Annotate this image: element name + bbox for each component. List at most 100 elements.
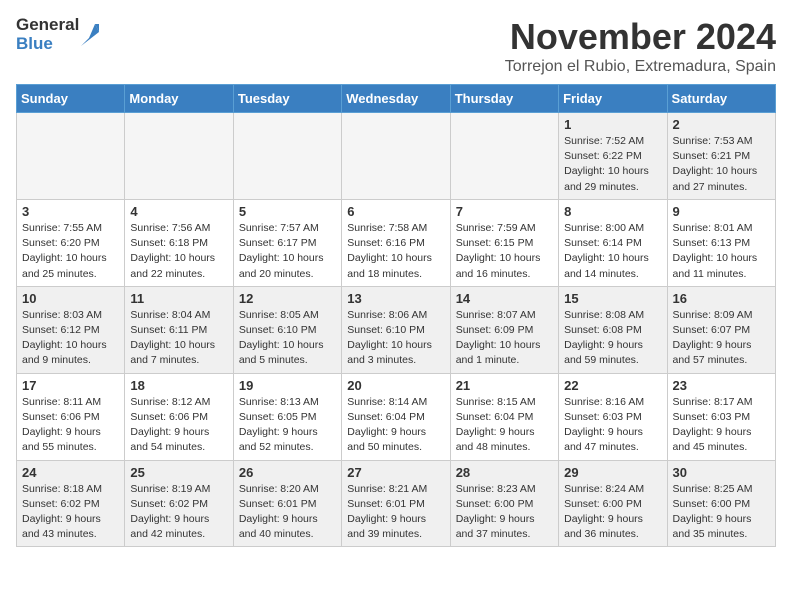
day-number: 11 [130,291,227,306]
week-row-5: 24 Sunrise: 8:18 AM Sunset: 6:02 PM Dayli… [17,460,776,547]
calendar-cell-w2-d6: 9Sunrise: 8:01 AM Sunset: 6:13 PM Daylig… [667,199,775,286]
calendar-cell-w5-d0: 24 Sunrise: 8:18 AM Sunset: 6:02 PM Dayli… [17,460,125,547]
cell-info: Sunrise: 8:15 AM Sunset: 6:04 PM Dayligh… [456,395,553,456]
calendar-cell-w3-d1: 11 Sunrise: 8:04 AM Sunset: 6:11 PM Dayli… [125,286,233,373]
calendar-cell-w2-d4: 7Sunrise: 7:59 AM Sunset: 6:15 PM Daylig… [450,199,558,286]
calendar-cell-w3-d2: 12Sunrise: 8:05 AM Sunset: 6:10 PM Dayli… [233,286,341,373]
day-number: 8 [564,204,661,219]
calendar-cell-w4-d3: 20 Sunrise: 8:14 AM Sunset: 6:04 PM Dayli… [342,373,450,460]
cell-info: Sunrise: 8:19 AM Sunset: 6:02 PM Dayligh… [130,482,227,543]
calendar-cell-w3-d6: 16Sunrise: 8:09 AM Sunset: 6:07 PM Dayli… [667,286,775,373]
day-number: 10 [22,291,119,306]
cell-info: Sunrise: 8:13 AM Sunset: 6:05 PM Dayligh… [239,395,336,456]
cell-info: Sunrise: 7:55 AM Sunset: 6:20 PM Dayligh… [22,221,119,282]
calendar-cell-w4-d2: 19 Sunrise: 8:13 AM Sunset: 6:05 PM Dayli… [233,373,341,460]
location-subtitle: Torrejon el Rubio, Extremadura, Spain [505,58,776,76]
calendar-cell-w3-d5: 15Sunrise: 8:08 AM Sunset: 6:08 PM Dayli… [559,286,667,373]
day-number: 6 [347,204,444,219]
header-tuesday: Tuesday [233,85,341,113]
calendar-cell-w4-d4: 21 Sunrise: 8:15 AM Sunset: 6:04 PM Dayli… [450,373,558,460]
header-friday: Friday [559,85,667,113]
logo: General Blue [16,16,99,53]
day-number: 27 [347,465,444,480]
day-number: 22 [564,378,661,393]
cell-info: Sunrise: 8:20 AM Sunset: 6:01 PM Dayligh… [239,482,336,543]
week-row-2: 3 Sunrise: 7:55 AM Sunset: 6:20 PM Daylig… [17,199,776,286]
cell-info: Sunrise: 8:21 AM Sunset: 6:01 PM Dayligh… [347,482,444,543]
month-title: November 2024 [505,16,776,58]
day-number: 18 [130,378,227,393]
cell-info: Sunrise: 7:53 AM Sunset: 6:21 PM Dayligh… [673,134,770,195]
day-number: 21 [456,378,553,393]
day-number: 20 [347,378,444,393]
calendar-cell-w4-d5: 22 Sunrise: 8:16 AM Sunset: 6:03 PM Dayli… [559,373,667,460]
day-number: 4 [130,204,227,219]
calendar-cell-w5-d2: 26Sunrise: 8:20 AM Sunset: 6:01 PM Dayli… [233,460,341,547]
calendar-cell-w1-d6: 2 Sunrise: 7:53 AM Sunset: 6:21 PM Daylig… [667,113,775,200]
cell-info: Sunrise: 8:07 AM Sunset: 6:09 PM Dayligh… [456,308,553,369]
cell-info: Sunrise: 8:03 AM Sunset: 6:12 PM Dayligh… [22,308,119,369]
header-wednesday: Wednesday [342,85,450,113]
day-number: 3 [22,204,119,219]
header-sunday: Sunday [17,85,125,113]
cell-info: Sunrise: 7:58 AM Sunset: 6:16 PM Dayligh… [347,221,444,282]
calendar-cell-w2-d0: 3 Sunrise: 7:55 AM Sunset: 6:20 PM Daylig… [17,199,125,286]
calendar-cell-w1-d0 [17,113,125,200]
day-number: 15 [564,291,661,306]
calendar-cell-w3-d4: 14 Sunrise: 8:07 AM Sunset: 6:09 PM Dayli… [450,286,558,373]
calendar-cell-w2-d2: 5Sunrise: 7:57 AM Sunset: 6:17 PM Daylig… [233,199,341,286]
calendar-cell-w3-d3: 13 Sunrise: 8:06 AM Sunset: 6:10 PM Dayli… [342,286,450,373]
day-number: 24 [22,465,119,480]
week-row-1: 1 Sunrise: 7:52 AM Sunset: 6:22 PM Daylig… [17,113,776,200]
day-number: 30 [673,465,770,480]
day-number: 1 [564,117,661,132]
cell-info: Sunrise: 8:16 AM Sunset: 6:03 PM Dayligh… [564,395,661,456]
calendar-cell-w5-d3: 27 Sunrise: 8:21 AM Sunset: 6:01 PM Dayli… [342,460,450,547]
day-number: 17 [22,378,119,393]
cell-info: Sunrise: 8:04 AM Sunset: 6:11 PM Dayligh… [130,308,227,369]
day-number: 5 [239,204,336,219]
cell-info: Sunrise: 8:17 AM Sunset: 6:03 PM Dayligh… [673,395,770,456]
day-number: 19 [239,378,336,393]
logo-bird-icon [81,24,99,46]
calendar-cell-w4-d0: 17 Sunrise: 8:11 AM Sunset: 6:06 PM Dayli… [17,373,125,460]
cell-info: Sunrise: 8:23 AM Sunset: 6:00 PM Dayligh… [456,482,553,543]
calendar-cell-w5-d6: 30 Sunrise: 8:25 AM Sunset: 6:00 PM Dayli… [667,460,775,547]
day-number: 28 [456,465,553,480]
calendar-cell-w5-d4: 28 Sunrise: 8:23 AM Sunset: 6:00 PM Dayli… [450,460,558,547]
cell-info: Sunrise: 8:18 AM Sunset: 6:02 PM Dayligh… [22,482,119,543]
calendar-cell-w5-d5: 29 Sunrise: 8:24 AM Sunset: 6:00 PM Dayli… [559,460,667,547]
day-number: 14 [456,291,553,306]
day-number: 13 [347,291,444,306]
calendar-cell-w1-d2 [233,113,341,200]
cell-info: Sunrise: 8:14 AM Sunset: 6:04 PM Dayligh… [347,395,444,456]
header-row: Sunday Monday Tuesday Wednesday Thursday… [17,85,776,113]
calendar-cell-w4-d1: 18Sunrise: 8:12 AM Sunset: 6:06 PM Dayli… [125,373,233,460]
calendar-cell-w1-d4 [450,113,558,200]
day-number: 29 [564,465,661,480]
header-saturday: Saturday [667,85,775,113]
cell-info: Sunrise: 8:11 AM Sunset: 6:06 PM Dayligh… [22,395,119,456]
header-monday: Monday [125,85,233,113]
cell-info: Sunrise: 7:56 AM Sunset: 6:18 PM Dayligh… [130,221,227,282]
cell-info: Sunrise: 7:52 AM Sunset: 6:22 PM Dayligh… [564,134,661,195]
day-number: 9 [673,204,770,219]
cell-info: Sunrise: 8:06 AM Sunset: 6:10 PM Dayligh… [347,308,444,369]
day-number: 23 [673,378,770,393]
calendar-cell-w4-d6: 23 Sunrise: 8:17 AM Sunset: 6:03 PM Dayli… [667,373,775,460]
page-header: General Blue November 2024 Torrejon el R… [16,16,776,76]
calendar-cell-w2-d3: 6 Sunrise: 7:58 AM Sunset: 6:16 PM Daylig… [342,199,450,286]
calendar-cell-w1-d1 [125,113,233,200]
calendar-cell-w2-d1: 4 Sunrise: 7:56 AM Sunset: 6:18 PM Daylig… [125,199,233,286]
calendar-cell-w5-d1: 25Sunrise: 8:19 AM Sunset: 6:02 PM Dayli… [125,460,233,547]
calendar-cell-w1-d3 [342,113,450,200]
cell-info: Sunrise: 8:25 AM Sunset: 6:00 PM Dayligh… [673,482,770,543]
day-number: 2 [673,117,770,132]
title-block: November 2024 Torrejon el Rubio, Extrema… [505,16,776,76]
cell-info: Sunrise: 8:24 AM Sunset: 6:00 PM Dayligh… [564,482,661,543]
cell-info: Sunrise: 8:09 AM Sunset: 6:07 PM Dayligh… [673,308,770,369]
week-row-4: 17 Sunrise: 8:11 AM Sunset: 6:06 PM Dayli… [17,373,776,460]
cell-info: Sunrise: 7:59 AM Sunset: 6:15 PM Dayligh… [456,221,553,282]
calendar-table: Sunday Monday Tuesday Wednesday Thursday… [16,84,776,547]
header-thursday: Thursday [450,85,558,113]
